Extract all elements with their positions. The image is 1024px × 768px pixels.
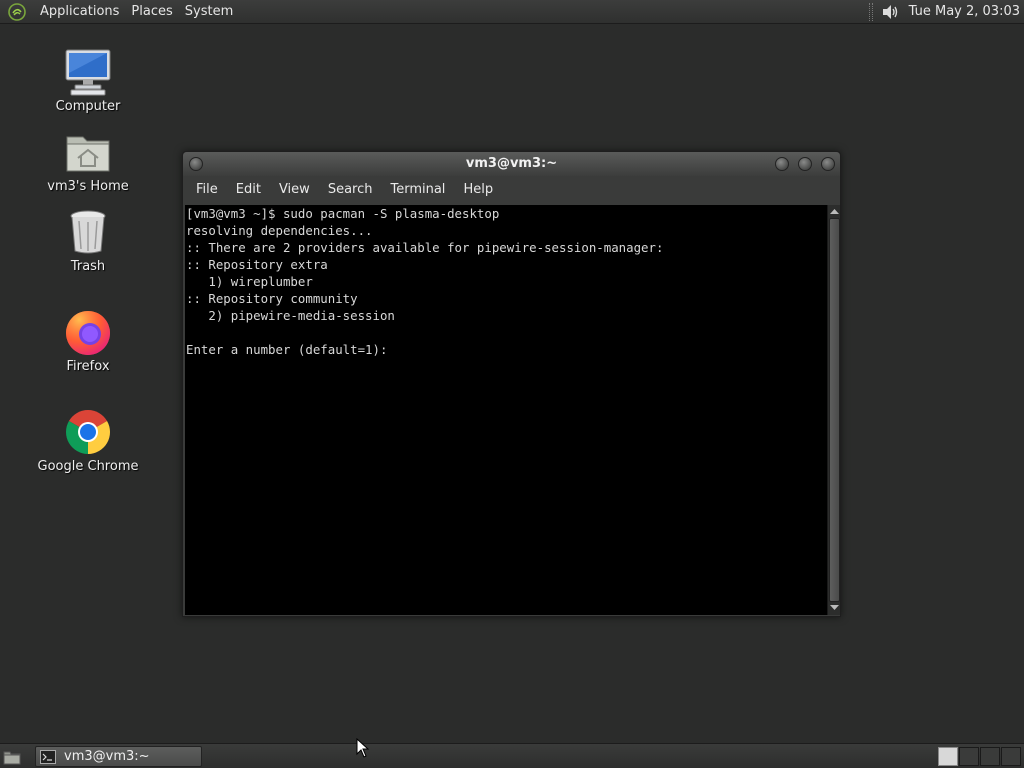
desktop-icon-label: Computer (55, 99, 121, 114)
show-desktop-icon[interactable] (2, 748, 22, 766)
terminal-window: vm3@vm3:~ File Edit View Search Terminal… (182, 151, 841, 617)
desktop-icon-label: Firefox (66, 359, 110, 374)
mouse-cursor-icon (356, 737, 370, 758)
desktop-icon-home[interactable]: vm3's Home (33, 126, 143, 194)
menu-edit[interactable]: Edit (227, 176, 270, 204)
terminal-menubar: File Edit View Search Terminal Help (183, 176, 840, 204)
maximize-button[interactable] (798, 157, 812, 171)
panel-grip (868, 2, 873, 21)
close-button[interactable] (821, 157, 835, 171)
window-title: vm3@vm3:~ (465, 156, 558, 171)
terminal-line: :: Repository extra (186, 257, 328, 272)
mate-logo-icon[interactable] (6, 1, 28, 23)
workspace-3[interactable] (980, 747, 1000, 766)
terminal-line: :: There are 2 providers available for p… (186, 240, 664, 255)
terminal-line: 2) pipewire-media-session (186, 308, 395, 323)
scroll-up-icon[interactable] (829, 206, 840, 217)
terminal-line: resolving dependencies... (186, 223, 373, 238)
desktop-icon-trash[interactable]: Trash (33, 206, 143, 274)
top-panel: Applications Places System Tue May 2, 03… (0, 0, 1024, 24)
window-titlebar[interactable]: vm3@vm3:~ (183, 152, 840, 176)
home-folder-icon (62, 126, 114, 178)
terminal-line: :: Repository community (186, 291, 358, 306)
desktop-icon-firefox[interactable]: Firefox (33, 306, 143, 374)
taskbar-button-label: vm3@vm3:~ (64, 749, 150, 764)
scroll-down-icon[interactable] (829, 602, 840, 613)
workspace-1[interactable] (938, 747, 958, 766)
taskbar-terminal-button[interactable]: vm3@vm3:~ (35, 746, 202, 767)
terminal-prompt-line: Enter a number (default=1): (186, 342, 388, 357)
workspace-4[interactable] (1001, 747, 1021, 766)
computer-icon (62, 46, 114, 98)
trash-icon (62, 206, 114, 258)
menu-file[interactable]: File (187, 176, 227, 204)
minimize-button[interactable] (775, 157, 789, 171)
menu-search[interactable]: Search (319, 176, 382, 204)
desktop-icon-label: Trash (70, 259, 106, 274)
menu-view[interactable]: View (270, 176, 319, 204)
scrollbar-thumb[interactable] (829, 218, 840, 602)
chrome-icon (62, 406, 114, 458)
terminal-line: [vm3@vm3 ~]$ sudo pacman -S plasma-deskt… (186, 206, 500, 221)
menu-terminal[interactable]: Terminal (381, 176, 454, 204)
system-menu[interactable]: System (179, 0, 239, 24)
places-menu[interactable]: Places (125, 0, 178, 24)
clock[interactable]: Tue May 2, 03:03 (909, 4, 1020, 19)
desktop-icon-chrome[interactable]: Google Chrome (33, 406, 143, 474)
menu-help[interactable]: Help (454, 176, 502, 204)
bottom-panel: vm3@vm3:~ (0, 743, 1024, 768)
terminal-scrollbar[interactable] (827, 205, 840, 615)
volume-icon[interactable] (879, 1, 901, 23)
applications-menu[interactable]: Applications (34, 0, 125, 24)
desktop-icon-label: Google Chrome (37, 459, 139, 474)
terminal-output[interactable]: [vm3@vm3 ~]$ sudo pacman -S plasma-deskt… (185, 205, 827, 615)
desktop-icon-label: vm3's Home (47, 179, 129, 194)
desktop-icon-computer[interactable]: Computer (33, 46, 143, 114)
terminal-line: 1) wireplumber (186, 274, 313, 289)
terminal-icon (40, 749, 56, 764)
firefox-icon (62, 306, 114, 358)
workspace-2[interactable] (959, 747, 979, 766)
